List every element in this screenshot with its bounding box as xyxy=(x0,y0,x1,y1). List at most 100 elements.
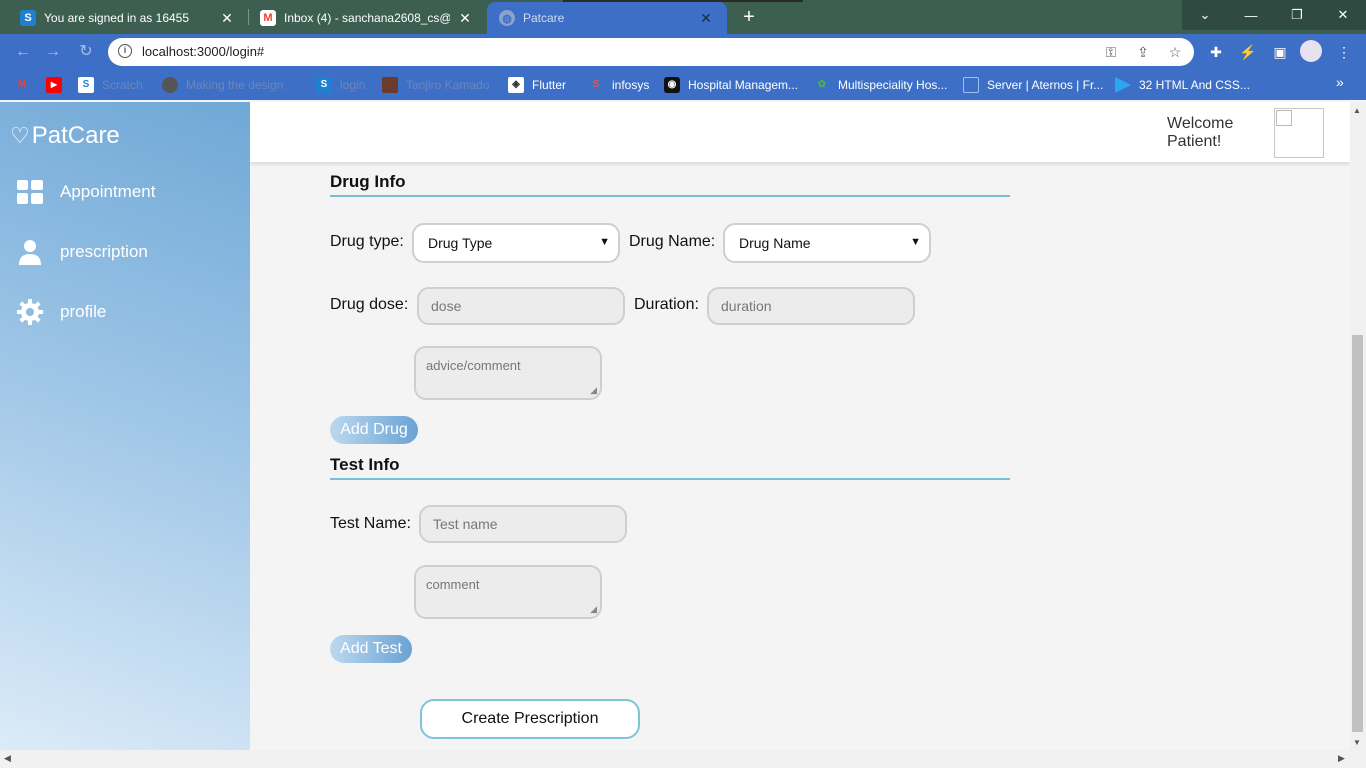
bookmark-label: Scratch xyxy=(102,78,143,92)
close-window-button[interactable]: ✕ xyxy=(1320,0,1366,30)
share-icon[interactable]: ⇪ xyxy=(1134,43,1152,61)
bookmark-scratch[interactable]: S Scratch xyxy=(78,77,143,93)
bookmark-label: Server | Aternos | Fr... xyxy=(987,78,1104,92)
forward-button[interactable]: → xyxy=(42,41,64,63)
bookmark-making-the-design[interactable]: Making the design xyxy=(162,77,283,93)
create-prescription-button[interactable]: Create Prescription xyxy=(420,699,640,739)
scroll-down-icon[interactable]: ▼ xyxy=(1353,738,1361,747)
performance-icon[interactable]: ⚡ xyxy=(1238,42,1258,62)
profile-avatar-icon[interactable] xyxy=(1300,40,1322,62)
horizontal-scrollbar[interactable]: ◀ ▶ xyxy=(0,750,1366,768)
scrollbar-thumb[interactable] xyxy=(1352,335,1363,732)
browser-tab-3-active[interactable]: ◍ Patcare ✕ xyxy=(487,2,727,34)
brand-logo[interactable]: ♡ PatCare xyxy=(10,122,120,150)
restore-button[interactable]: ❐ xyxy=(1274,0,1320,30)
drug-dose-label: Drug dose: xyxy=(330,296,409,313)
scroll-right-icon[interactable]: ▶ xyxy=(1338,753,1345,764)
bookmark-label: infosys xyxy=(612,78,650,92)
side-panel-icon[interactable]: ▣ xyxy=(1270,42,1290,62)
duration-label: Duration: xyxy=(634,296,699,313)
new-tab-button[interactable]: + xyxy=(738,6,760,29)
dose-input[interactable]: dose xyxy=(417,287,625,325)
address-bar[interactable]: i localhost:3000/login# ⚿ ⇪ ☆ xyxy=(108,38,1194,66)
bookmark-label: Hospital Managem... xyxy=(688,78,799,92)
sidebar-item-label: Appointment xyxy=(60,182,156,201)
drug-comment-placeholder: advice/comment xyxy=(426,358,521,373)
add-drug-button[interactable]: Add Drug xyxy=(330,416,418,444)
drug-name-select[interactable]: Drug Name ▼ xyxy=(723,223,931,263)
drug-name-value: Drug Name xyxy=(739,235,811,251)
top-header: Welcome Patient! xyxy=(250,102,1350,162)
browser-tab-2[interactable]: M Inbox (4) - sanchana2608_cs@mc ✕ xyxy=(248,2,486,34)
grid-icon xyxy=(16,178,44,206)
scroll-left-icon[interactable]: ◀ xyxy=(4,753,11,764)
close-tab-icon[interactable]: ✕ xyxy=(697,10,715,27)
bookmarks-overflow-icon[interactable]: » xyxy=(1336,74,1344,90)
sidebar-item-label: profile xyxy=(60,302,107,321)
globe-icon: ◍ xyxy=(499,10,515,26)
tab-search-button[interactable]: ⌄ xyxy=(1182,0,1228,30)
bookmarks-bar: M ▶ S Scratch Making the design S login … xyxy=(0,70,1366,100)
bookmark-youtube[interactable]: ▶ xyxy=(46,77,70,93)
browser-tabstrip: S You are signed in as 16455 ✕ M Inbox (… xyxy=(0,0,1366,34)
tab-highlight xyxy=(563,0,803,2)
drug-type-value: Drug Type xyxy=(428,235,493,251)
site-info-icon[interactable]: i xyxy=(118,44,132,58)
test-name-input[interactable]: Test name xyxy=(419,505,627,543)
key-icon[interactable]: ⚿ xyxy=(1102,43,1120,61)
minimize-button[interactable]: — xyxy=(1228,0,1274,30)
close-tab-icon[interactable]: ✕ xyxy=(218,10,236,27)
bookmark-login[interactable]: S login xyxy=(316,77,365,93)
bookmark-label: login xyxy=(340,78,366,92)
sidebar-item-label: prescription xyxy=(60,242,148,261)
bookmark-label: 32 HTML And CSS... xyxy=(1139,78,1250,92)
test-name-label: Test Name: xyxy=(330,515,411,532)
reload-button[interactable]: ↻ xyxy=(75,41,97,63)
bookmark-flutter[interactable]: ◈ Flutter xyxy=(508,77,566,93)
scratch-icon: S xyxy=(592,79,600,90)
bookmark-label: Making the design xyxy=(186,78,284,92)
back-button[interactable]: ← xyxy=(12,41,34,63)
scratch-icon: S xyxy=(316,77,332,93)
sidebar-item-appointment[interactable]: Appointment xyxy=(16,177,155,207)
bookmark-infosys[interactable]: S infosys xyxy=(588,77,650,93)
github-icon: ◉ xyxy=(664,77,680,93)
test-comment-textarea[interactable]: comment ◢ xyxy=(414,565,602,619)
gmail-icon: M xyxy=(17,79,27,90)
bookmark-hospital-management[interactable]: ◉ Hospital Managem... xyxy=(664,77,798,93)
duration-input[interactable]: duration xyxy=(707,287,915,325)
bookmark-html-css[interactable]: 32 HTML And CSS... xyxy=(1115,77,1250,93)
tab-title: Inbox (4) - sanchana2608_cs@mc xyxy=(284,11,450,25)
bookmark-label: Multispeciality Hos... xyxy=(838,78,948,92)
address-url[interactable]: localhost:3000/login# xyxy=(142,44,264,59)
sidebar-item-profile[interactable]: profile xyxy=(16,297,106,327)
resize-grip-icon[interactable]: ◢ xyxy=(590,385,597,396)
app-sidebar: ♡ PatCare Appointment prescription profi… xyxy=(0,102,250,750)
bookmark-label: Tanjiro Kamado xyxy=(406,78,490,92)
codepen-icon xyxy=(1115,77,1131,93)
resize-grip-icon[interactable]: ◢ xyxy=(590,604,597,615)
menu-kebab-icon[interactable]: ⋮ xyxy=(1334,42,1354,62)
drug-name-label: Drug Name: xyxy=(629,233,716,250)
scratch-icon: S xyxy=(20,10,36,26)
sidebar-item-prescription[interactable]: prescription xyxy=(16,237,148,267)
drug-type-select[interactable]: Drug Type ▼ xyxy=(412,223,620,263)
bookmark-gmail[interactable]: M xyxy=(14,77,38,93)
browser-tab-1[interactable]: S You are signed in as 16455 ✕ xyxy=(8,2,248,34)
tab-title: Patcare xyxy=(523,11,565,25)
bookmark-multispeciality[interactable]: ✿ Multispeciality Hos... xyxy=(814,77,948,93)
youtube-icon: ▶ xyxy=(46,77,62,93)
close-tab-icon[interactable]: ✕ xyxy=(456,10,474,27)
extensions-icon[interactable]: ✚ xyxy=(1206,42,1226,62)
drug-comment-textarea[interactable]: advice/comment ◢ xyxy=(414,346,602,400)
bookmark-star-icon[interactable]: ☆ xyxy=(1166,43,1184,61)
profile-image[interactable] xyxy=(1274,108,1324,158)
bookmark-tanjiro-kamado[interactable]: Tanjiro Kamado xyxy=(382,77,489,93)
gear-icon xyxy=(16,298,44,326)
server-icon xyxy=(963,77,979,93)
bookmark-aternos[interactable]: Server | Aternos | Fr... xyxy=(963,77,1103,93)
flutter-icon: ◈ xyxy=(508,77,524,93)
gmail-icon: M xyxy=(260,10,276,26)
add-test-button[interactable]: Add Test xyxy=(330,635,412,663)
scroll-up-icon[interactable]: ▲ xyxy=(1353,106,1361,115)
